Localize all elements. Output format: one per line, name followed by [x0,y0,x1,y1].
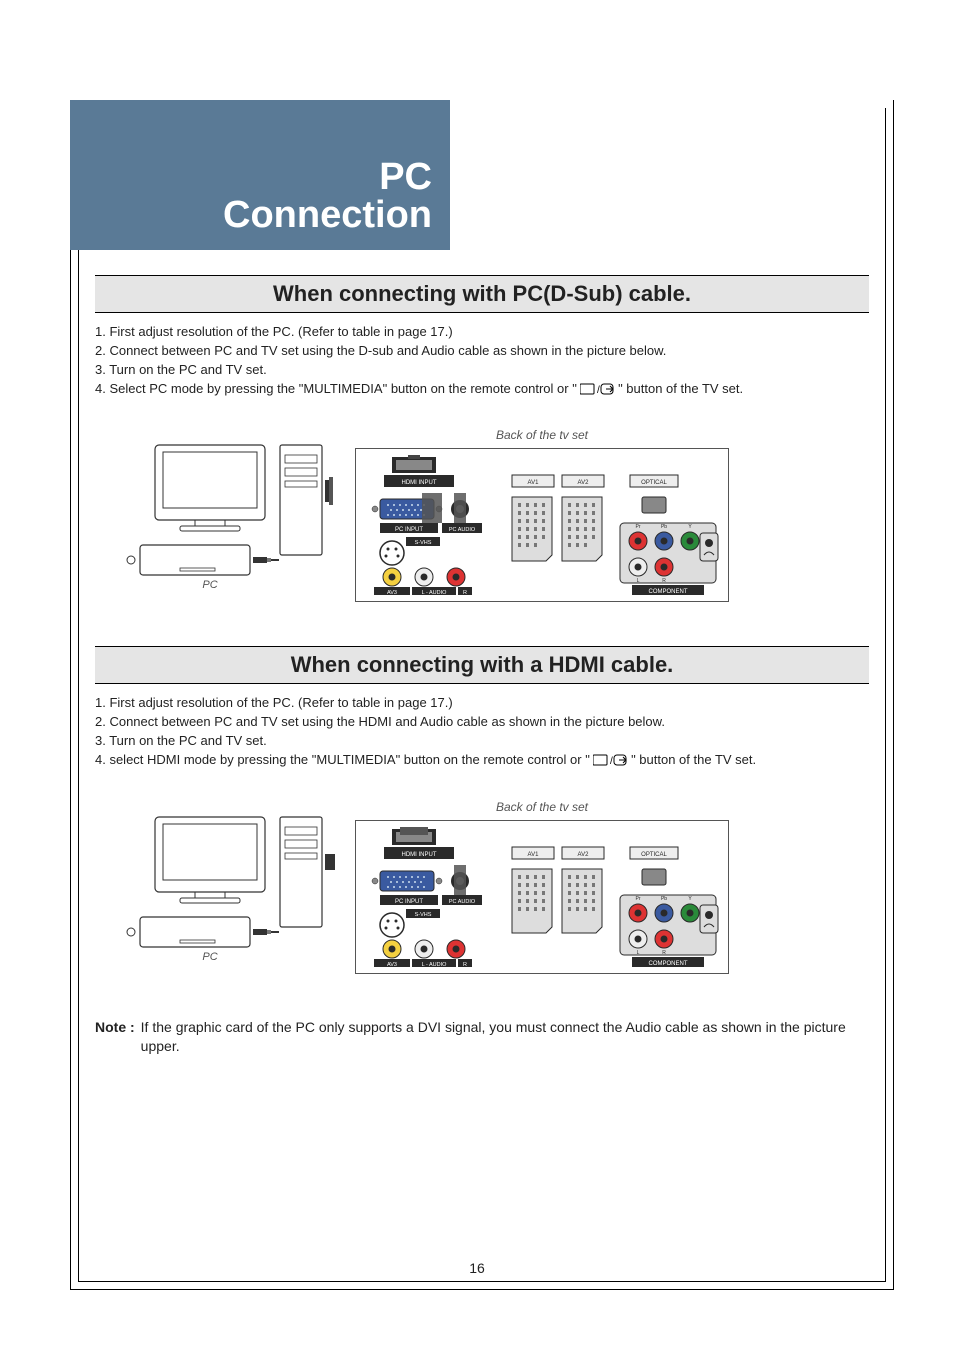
svg-text:/: / [610,756,613,766]
svg-text:R: R [662,950,666,956]
svg-text:HDMI INPUT: HDMI INPUT [402,852,437,858]
pc-drawing-2: PC [125,812,335,962]
svg-text:R: R [662,578,666,584]
header-line-2: Connection [223,196,432,236]
svg-text:Pr: Pr [636,524,641,530]
svg-text:PC AUDIO: PC AUDIO [449,527,476,533]
svg-text:Pr: Pr [636,896,641,902]
svg-text:COMPONENT: COMPONENT [649,961,688,967]
svg-text:HDMI INPUT: HDMI INPUT [402,480,437,486]
note-label: Note : [95,1018,135,1057]
svg-text:L - AUDIO: L - AUDIO [422,590,448,595]
svg-text:S-VHS: S-VHS [415,540,432,546]
tv-back-panel-2: Back of the tv set HDMI INPUT AV1 AV2 [355,800,729,974]
svg-text:AV1: AV1 [528,852,540,858]
note-text: If the graphic card of the PC only suppo… [141,1018,869,1057]
svg-text:PC: PC [202,579,217,590]
section1-title: When connecting with PC(D-Sub) cable. [95,275,869,313]
section2-steps: 1. First adjust resolution of the PC. (R… [95,694,869,771]
svg-text:PC AUDIO: PC AUDIO [449,899,476,905]
header-line-1: PC [379,158,432,196]
svg-text:R: R [463,962,467,967]
svg-text:OPTICAL: OPTICAL [641,480,667,486]
page-number: 16 [0,1260,954,1276]
svg-text:R: R [463,590,467,595]
svg-text:L - AUDIO: L - AUDIO [422,962,448,967]
pc-drawing-1: PC [125,440,335,590]
svg-text:OPTICAL: OPTICAL [641,852,667,858]
tv-av-button-icon: / [580,382,614,401]
svg-text:AV2: AV2 [578,480,590,486]
svg-text:S-VHS: S-VHS [415,912,432,918]
svg-text:Pb: Pb [661,524,667,530]
svg-text:PC INPUT: PC INPUT [395,899,423,905]
svg-text:PC INPUT: PC INPUT [395,527,423,533]
svg-text:AV3: AV3 [387,590,397,595]
tv-av-button-icon: / [593,753,627,772]
section1-diagram: PC Back of the tv set HDMI INPUT [95,428,869,602]
svg-text:L: L [637,578,640,584]
svg-text:Pb: Pb [661,896,667,902]
header-block: PC Connection [70,100,450,250]
svg-text:AV3: AV3 [387,962,397,967]
section2-diagram: PC Back of the tv set HDMI INPUT AV1 [95,800,869,974]
svg-text:/: / [597,385,600,395]
svg-text:COMPONENT: COMPONENT [649,589,688,595]
section2-title: When connecting with a HDMI cable. [95,646,869,684]
svg-text:AV2: AV2 [578,852,590,858]
svg-text:L: L [637,950,640,956]
svg-text:PC: PC [202,951,217,962]
section1-steps: 1. First adjust resolution of the PC. (R… [95,323,869,400]
svg-text:AV1: AV1 [528,480,540,486]
tv-back-panel-1: Back of the tv set HDMI INPUT AV1 [355,428,729,602]
note: Note : If the graphic card of the PC onl… [95,1018,869,1057]
